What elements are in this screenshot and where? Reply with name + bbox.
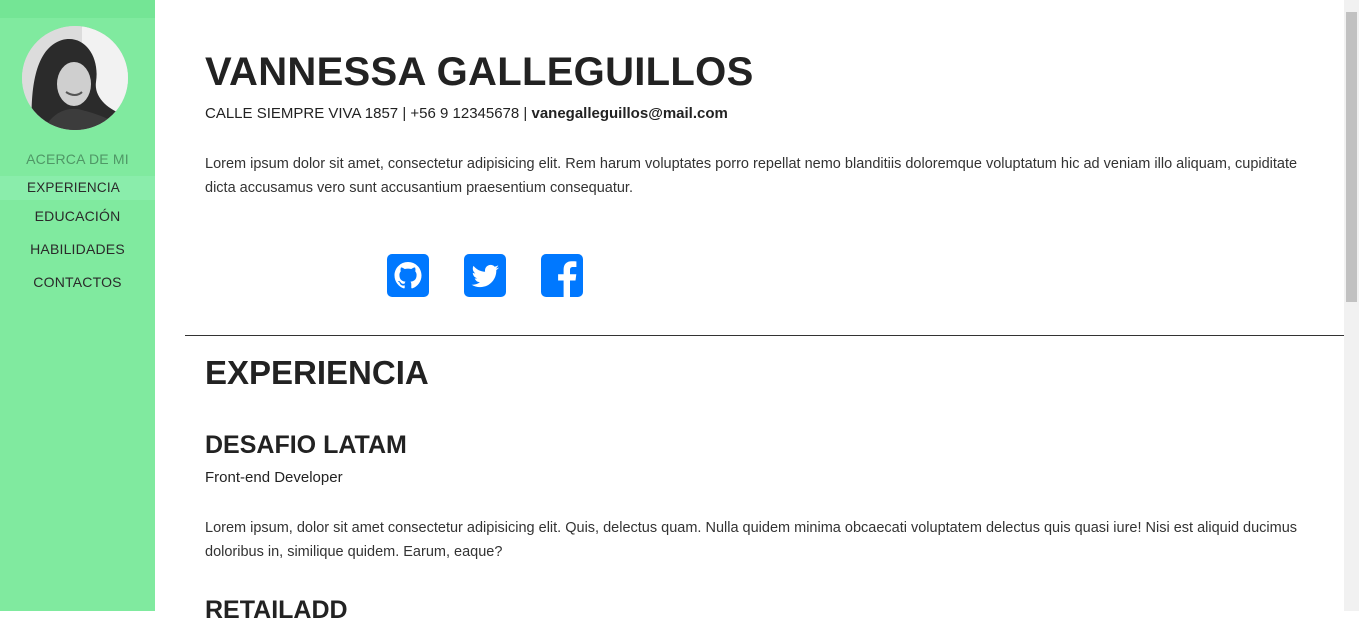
sidebar-top-band [0, 0, 155, 18]
section-divider [185, 335, 1344, 336]
job-company: DESAFIO LATAM [205, 431, 407, 459]
contact-email[interactable]: vanegalleguillos@mail.com [531, 105, 727, 122]
avatar [22, 26, 128, 130]
intro-paragraph: Lorem ipsum dolor sit amet, consectetur … [205, 156, 1298, 196]
nav-item-educacion[interactable]: EDUCACIÓN [0, 200, 155, 233]
github-icon [387, 254, 429, 297]
facebook-icon [541, 254, 583, 297]
job-role: Front-end Developer [205, 469, 343, 486]
sidebar-nav: ACERCA DE MI EXPERIENCIA EDUCACIÓN HABIL… [0, 146, 155, 299]
section-title-experiencia: EXPERIENCIA [205, 354, 429, 391]
contact-line: CALLE SIEMPRE VIVA 1857 | +56 9 12345678… [205, 105, 728, 122]
twitter-icon [464, 254, 506, 297]
nav-item-acerca-de-mi[interactable]: ACERCA DE MI [0, 146, 155, 172]
contact-address-phone: CALLE SIEMPRE VIVA 1857 | +56 9 12345678… [205, 105, 532, 122]
vertical-scrollbar[interactable] [1344, 0, 1359, 611]
github-link[interactable] [387, 254, 429, 297]
job-description: Lorem ipsum, dolor sit amet consectetur … [205, 520, 1298, 560]
twitter-link[interactable] [464, 254, 506, 297]
nav-item-habilidades[interactable]: HABILIDADES [0, 233, 155, 266]
page-title: VANNESSA GALLEGUILLOS [205, 50, 754, 94]
facebook-link[interactable] [541, 254, 583, 297]
nav-item-contactos[interactable]: CONTACTOS [0, 266, 155, 299]
scrollbar-thumb[interactable] [1346, 12, 1357, 302]
sidebar: ACERCA DE MI EXPERIENCIA EDUCACIÓN HABIL… [0, 0, 155, 611]
nav-item-experiencia[interactable]: EXPERIENCIA [0, 176, 155, 200]
